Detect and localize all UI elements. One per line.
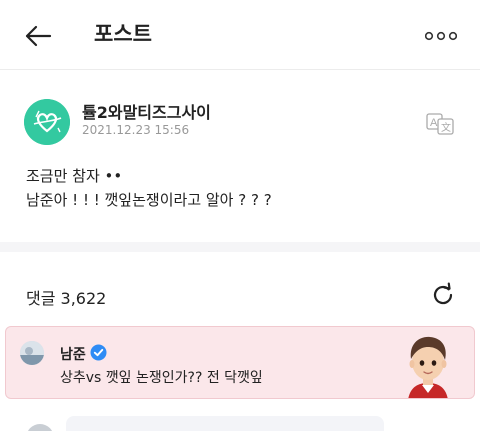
- post-card: 튤2와말티즈그사이 2021.12.23 15:56 A 文 조금만 참자 ••…: [0, 71, 480, 241]
- pinned-comment[interactable]: 남준 상추vs 깻잎 논쟁인가?? 전 닥깻잎: [5, 326, 475, 399]
- svg-text:A: A: [430, 117, 438, 129]
- svg-text:文: 文: [441, 121, 451, 134]
- comment-text: 상추vs 깻잎 논쟁인가?? 전 닥깻잎: [60, 370, 263, 386]
- commenter-name[interactable]: 남준: [60, 344, 86, 364]
- avatar-photo-icon: [20, 341, 44, 365]
- comment-bubble: [66, 416, 384, 431]
- comment-item[interactable]: [0, 400, 480, 431]
- arrow-left-icon: [25, 25, 52, 47]
- comments-header: 댓글 3,622: [0, 252, 480, 324]
- commenter-avatar[interactable]: [20, 341, 44, 365]
- post-body-line: 남준아 ! ! ! 깻잎논쟁이라고 알아 ? ? ?: [26, 191, 272, 209]
- post-body-line: 조금만 참자 ••: [26, 167, 123, 185]
- section-divider: [0, 242, 480, 252]
- more-dots-icon: [425, 31, 457, 41]
- character-sticker-icon: [408, 336, 448, 398]
- post-timestamp: 2021.12.23 15:56: [82, 123, 190, 137]
- author-avatar[interactable]: [24, 99, 70, 145]
- translate-icon: A 文: [426, 113, 454, 135]
- page-title: 포스트: [94, 22, 152, 46]
- refresh-icon: [433, 282, 453, 305]
- verified-check-icon: [90, 344, 107, 361]
- commenter-avatar[interactable]: [26, 424, 54, 431]
- back-button[interactable]: [22, 20, 54, 52]
- top-bar: 포스트: [0, 0, 480, 70]
- refresh-button[interactable]: [430, 282, 456, 308]
- heart-logo-icon: [24, 99, 70, 145]
- comment-count: 댓글 3,622: [26, 289, 107, 308]
- translate-button[interactable]: A 文: [426, 113, 454, 135]
- author-name[interactable]: 튤2와말티즈그사이: [82, 99, 211, 123]
- post-body: 조금만 참자 •• 남준아 ! ! ! 깻잎논쟁이라고 알아 ? ? ?: [26, 164, 272, 212]
- more-options-button[interactable]: [424, 24, 458, 48]
